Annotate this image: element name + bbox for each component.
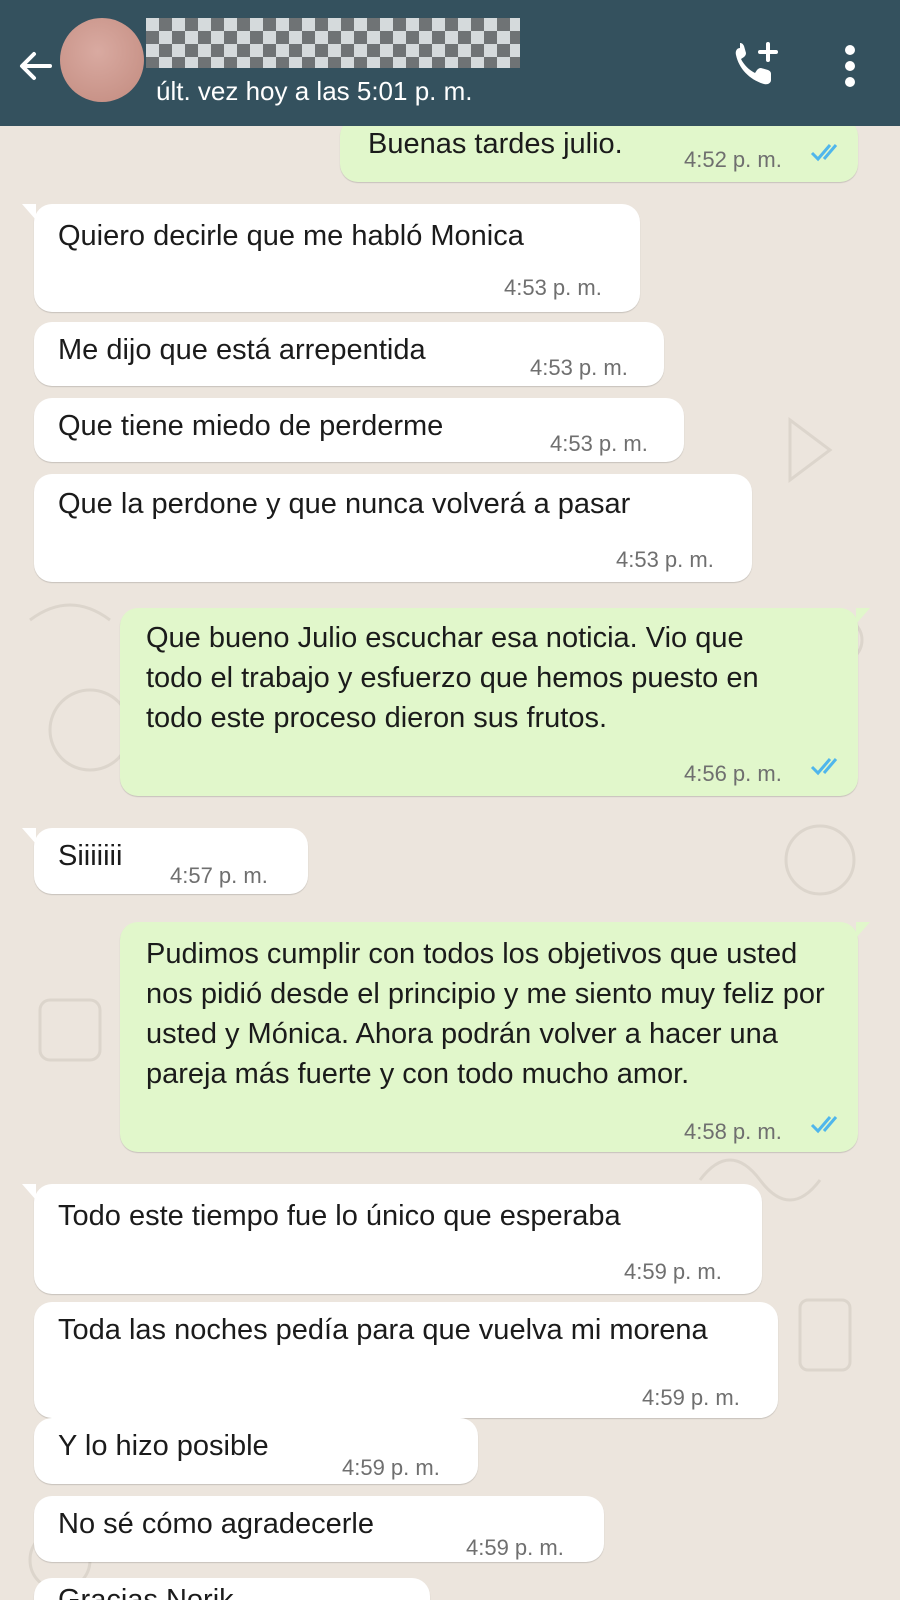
message-text: Y lo hizo posible: [58, 1430, 269, 1462]
message-text: Que tiene miedo de perderme: [58, 410, 444, 442]
message-bubble-incoming[interactable]: Todo este tiempo fue lo único que espera…: [22, 1184, 762, 1294]
message-bubble-outgoing[interactable]: Buenas tardes julio. 4:52 p. m.: [340, 126, 858, 182]
message-text: Gracias Norik: [58, 1584, 234, 1600]
message-time: 4:59 p. m.: [624, 1259, 722, 1284]
message-text: Todo este tiempo fue lo único que espera…: [58, 1200, 621, 1232]
read-receipt-icon: [810, 144, 838, 162]
message-text: Siiiiiii: [58, 840, 123, 872]
message-bubble-incoming[interactable]: Siiiiiii 4:57 p. m.: [22, 828, 308, 894]
message-time: 4:59 p. m.: [342, 1455, 440, 1480]
back-arrow-icon[interactable]: [14, 44, 58, 88]
message-time: 4:59 p. m.: [466, 1535, 564, 1560]
chat-header: últ. vez hoy a las 5:01 p. m.: [0, 0, 900, 126]
message-text: Buenas tardes julio.: [368, 128, 623, 160]
message-time: 4:56 p. m.: [684, 761, 782, 786]
message-bubble-incoming[interactable]: Quiero decirle que me habló Monica 4:53 …: [22, 204, 640, 312]
contact-name-redacted[interactable]: [146, 18, 520, 68]
message-text: Que bueno Julio escuchar esa noticia. Vi…: [146, 622, 759, 734]
message-list[interactable]: Buenas tardes julio. 4:52 p. m. Quiero d…: [0, 126, 900, 1600]
message-time: 4:58 p. m.: [684, 1119, 782, 1144]
message-text: Me dijo que está arrepentida: [58, 334, 426, 366]
message-time: 4:53 p. m.: [550, 431, 648, 456]
message-bubble-incoming[interactable]: No sé cómo agradecerle 4:59 p. m.: [34, 1496, 604, 1562]
message-text: Pudimos cumplir con todos los objetivos …: [146, 938, 825, 1090]
message-time: 4:57 p. m.: [170, 863, 268, 888]
message-time: 4:53 p. m.: [504, 275, 602, 300]
message-text: Toda las noches pedía para que vuelva mi…: [58, 1314, 708, 1346]
message-bubble-outgoing[interactable]: Que bueno Julio escuchar esa noticia. Vi…: [120, 608, 870, 796]
message-time: 4:53 p. m.: [530, 355, 628, 380]
last-seen-status: últ. vez hoy a las 5:01 p. m.: [156, 76, 473, 106]
read-receipt-icon: [810, 758, 838, 776]
message-bubble-incoming[interactable]: Que la perdone y que nunca volverá a pas…: [34, 474, 752, 582]
message-time: 4:53 p. m.: [616, 547, 714, 572]
more-vert-icon[interactable]: [832, 40, 868, 92]
message-bubble-outgoing[interactable]: Pudimos cumplir con todos los objetivos …: [120, 922, 870, 1152]
message-bubble-incoming[interactable]: Me dijo que está arrepentida 4:53 p. m.: [34, 322, 664, 386]
message-text: No sé cómo agradecerle: [58, 1508, 374, 1540]
message-text: Que la perdone y que nunca volverá a pas…: [58, 488, 631, 520]
message-bubble-incoming[interactable]: Y lo hizo posible 4:59 p. m.: [34, 1418, 478, 1484]
message-time: 4:59 p. m.: [642, 1385, 740, 1410]
message-bubble-incoming[interactable]: Que tiene miedo de perderme 4:53 p. m.: [34, 398, 684, 462]
contact-avatar[interactable]: [60, 18, 144, 102]
message-text: Quiero decirle que me habló Monica: [58, 220, 524, 252]
read-receipt-icon: [810, 1116, 838, 1134]
add-call-icon[interactable]: [730, 40, 782, 92]
message-time: 4:52 p. m.: [684, 147, 782, 172]
message-bubble-incoming[interactable]: Gracias Norik: [34, 1578, 430, 1600]
message-bubble-incoming[interactable]: Toda las noches pedía para que vuelva mi…: [34, 1302, 778, 1418]
